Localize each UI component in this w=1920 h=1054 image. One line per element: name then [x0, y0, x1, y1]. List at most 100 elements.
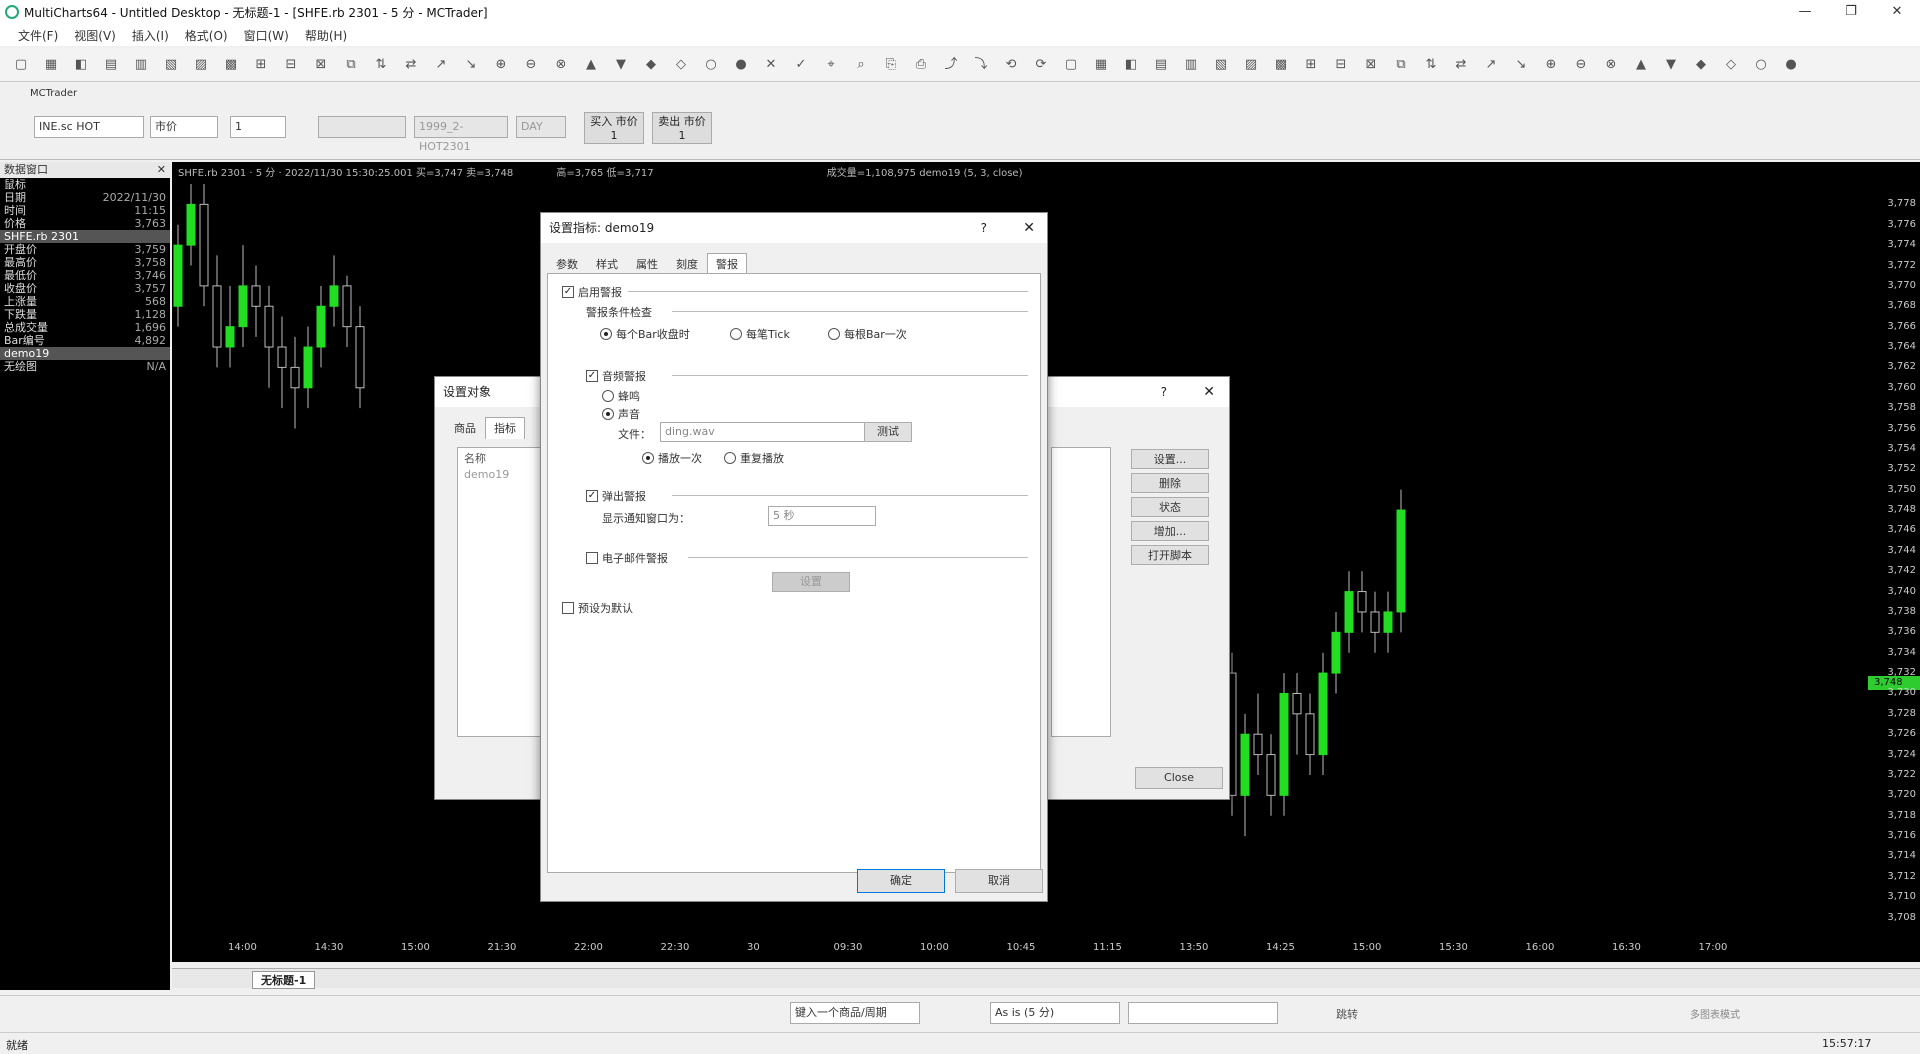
toolbar-icon[interactable]: ⤴ [942, 56, 960, 74]
menu-view[interactable]: 视图(V) [74, 27, 116, 44]
toolbar-icon[interactable]: ▦ [1092, 56, 1110, 74]
toolbar-icon[interactable]: ▦ [42, 56, 60, 74]
delete-button[interactable]: 删除 [1131, 473, 1209, 493]
toolbar-icon[interactable]: ◇ [672, 56, 690, 74]
toolbar-icon[interactable]: ⇅ [372, 56, 390, 74]
menu-help[interactable]: 帮助(H) [305, 27, 347, 44]
tab-style[interactable]: 样式 [587, 253, 627, 275]
tif-select[interactable]: DAY [516, 116, 566, 138]
tab-instrument[interactable]: 商品 [445, 417, 485, 439]
close-icon[interactable]: ✕ [1023, 213, 1035, 243]
menu-format[interactable]: 格式(O) [185, 27, 228, 44]
toolbar-icon[interactable]: ◇ [1722, 56, 1740, 74]
sheet-tab[interactable]: 无标题-1 [252, 971, 316, 989]
beep-radio[interactable]: 蜂鸣 [602, 388, 640, 404]
toolbar-icon[interactable]: ⇅ [1422, 56, 1440, 74]
toolbar-icon[interactable]: ◆ [1692, 56, 1710, 74]
toolbar-icon[interactable]: ⊗ [552, 56, 570, 74]
toolbar-icon[interactable]: ⎙ [912, 56, 930, 74]
email-settings-button[interactable]: 设置 [772, 572, 850, 592]
cond-bar-close-radio[interactable]: 每个Bar收盘时 [600, 326, 690, 342]
menu-window[interactable]: 窗口(W) [244, 27, 289, 44]
audio-alert-checkbox[interactable]: ✓ 音频警报 [586, 368, 646, 384]
popup-alert-checkbox[interactable]: ✓ 弹出警报 [586, 488, 646, 504]
toolbar-icon[interactable]: ▧ [1212, 56, 1230, 74]
maximize-button[interactable]: ❐ [1828, 0, 1874, 24]
test-sound-button[interactable]: 测试 [864, 422, 912, 442]
toolbar-icon[interactable]: ⊖ [522, 56, 540, 74]
sell-market-button[interactable]: 卖出 市价 1 [652, 112, 712, 144]
help-icon[interactable]: ? [1161, 377, 1167, 407]
enable-alert-checkbox[interactable]: ✓ 启用警报 [562, 284, 622, 300]
tab-alerts[interactable]: 警报 [707, 253, 747, 275]
add-button[interactable]: 增加... [1131, 521, 1209, 541]
mode-label[interactable]: 多图表模式 [1690, 1006, 1740, 1021]
toolbar-icon[interactable]: ⊠ [312, 56, 330, 74]
toolbar-icon[interactable]: ▢ [12, 56, 30, 74]
order-type-select[interactable]: 市价 [150, 116, 218, 138]
toolbar-icon[interactable]: ⌖ [822, 56, 840, 74]
cancel-button[interactable]: 取消 [955, 869, 1043, 893]
symbol-field[interactable]: INE.sc HOT [34, 116, 144, 138]
toolbar-icon[interactable]: ⊗ [1602, 56, 1620, 74]
toolbar-icon[interactable]: ⊟ [282, 56, 300, 74]
toolbar-icon[interactable]: ◆ [642, 56, 660, 74]
toolbar-icon[interactable]: ✕ [762, 56, 780, 74]
toolbar-icon[interactable]: ▼ [1662, 56, 1680, 74]
toolbar-icon[interactable]: ▩ [1272, 56, 1290, 74]
indicator-list[interactable]: 名称 demo19 [457, 447, 541, 737]
cond-once-per-bar-radio[interactable]: 每根Bar一次 [828, 326, 907, 342]
sound-file-input[interactable]: ding.wav [660, 422, 898, 442]
quantity-stepper[interactable]: 1 [230, 116, 286, 138]
repeat-radio[interactable]: 重复播放 [724, 450, 784, 466]
toolbar-icon[interactable]: ⇄ [402, 56, 420, 74]
cond-every-tick-radio[interactable]: 每笔Tick [730, 326, 790, 342]
toolbar-icon[interactable]: ↗ [432, 56, 450, 74]
list-item[interactable]: demo19 [458, 468, 540, 481]
toolbar-icon[interactable]: ▥ [132, 56, 150, 74]
toolbar-icon[interactable]: ⊠ [1362, 56, 1380, 74]
symbol-input[interactable]: 键入一个商品/周期 [790, 1002, 920, 1024]
account-select[interactable]: 1999_2-HOT2301 [414, 116, 508, 153]
toolbar-icon[interactable]: ▤ [1152, 56, 1170, 74]
toolbar-icon[interactable]: ⌕ [852, 56, 870, 74]
toolbar-icon[interactable]: ◧ [72, 56, 90, 74]
toolbar-icon[interactable]: ⇄ [1452, 56, 1470, 74]
trade-tab-label[interactable]: MCTrader [30, 88, 77, 99]
sound-radio[interactable]: 声音 [602, 406, 640, 422]
toolbar-icon[interactable]: ◧ [1122, 56, 1140, 74]
close-icon[interactable]: ✕ [1203, 377, 1215, 407]
toolbar-icon[interactable]: ▲ [1632, 56, 1650, 74]
status-button[interactable]: 状态 [1131, 497, 1209, 517]
toolbar-icon[interactable]: ⊟ [1332, 56, 1350, 74]
tab-scaling[interactable]: 刻度 [667, 253, 707, 275]
notify-duration-select[interactable]: 5 秒 [768, 506, 876, 526]
toolbar-icon[interactable]: ▢ [1062, 56, 1080, 74]
close-dialog-button[interactable]: Close [1135, 767, 1223, 789]
toolbar-icon[interactable]: ⊖ [1572, 56, 1590, 74]
buy-market-button[interactable]: 买入 市价 1 [584, 112, 644, 144]
toolbar-icon[interactable]: ⊞ [1302, 56, 1320, 74]
menu-file[interactable]: 文件(F) [18, 27, 58, 44]
toolbar-icon[interactable]: ▨ [192, 56, 210, 74]
toolbar-icon[interactable]: ⟲ [1002, 56, 1020, 74]
play-once-radio[interactable]: 播放一次 [642, 450, 702, 466]
toolbar-icon[interactable]: ↘ [462, 56, 480, 74]
tab-inputs[interactable]: 参数 [547, 253, 587, 275]
close-button[interactable]: ✕ [1874, 0, 1920, 24]
help-icon[interactable]: ? [981, 213, 987, 243]
close-icon[interactable]: ✕ [157, 162, 166, 178]
toolbar-icon[interactable]: ▧ [162, 56, 180, 74]
toolbar-icon[interactable]: ⊞ [252, 56, 270, 74]
open-script-button[interactable]: 打开脚本 [1131, 545, 1209, 565]
toolbar-icon[interactable]: ○ [702, 56, 720, 74]
menu-insert[interactable]: 插入(I) [132, 27, 169, 44]
toolbar-icon[interactable]: ⧉ [342, 56, 360, 74]
toolbar-icon[interactable]: ⎘ [882, 56, 900, 74]
toolbar-icon[interactable]: ● [1782, 56, 1800, 74]
toolbar-icon[interactable]: ● [732, 56, 750, 74]
minimize-button[interactable]: — [1782, 0, 1828, 24]
toolbar-icon[interactable]: ⊕ [1542, 56, 1560, 74]
tab-indicator[interactable]: 指标 [485, 417, 525, 439]
jump-label[interactable]: 跳转 [1336, 1006, 1358, 1022]
